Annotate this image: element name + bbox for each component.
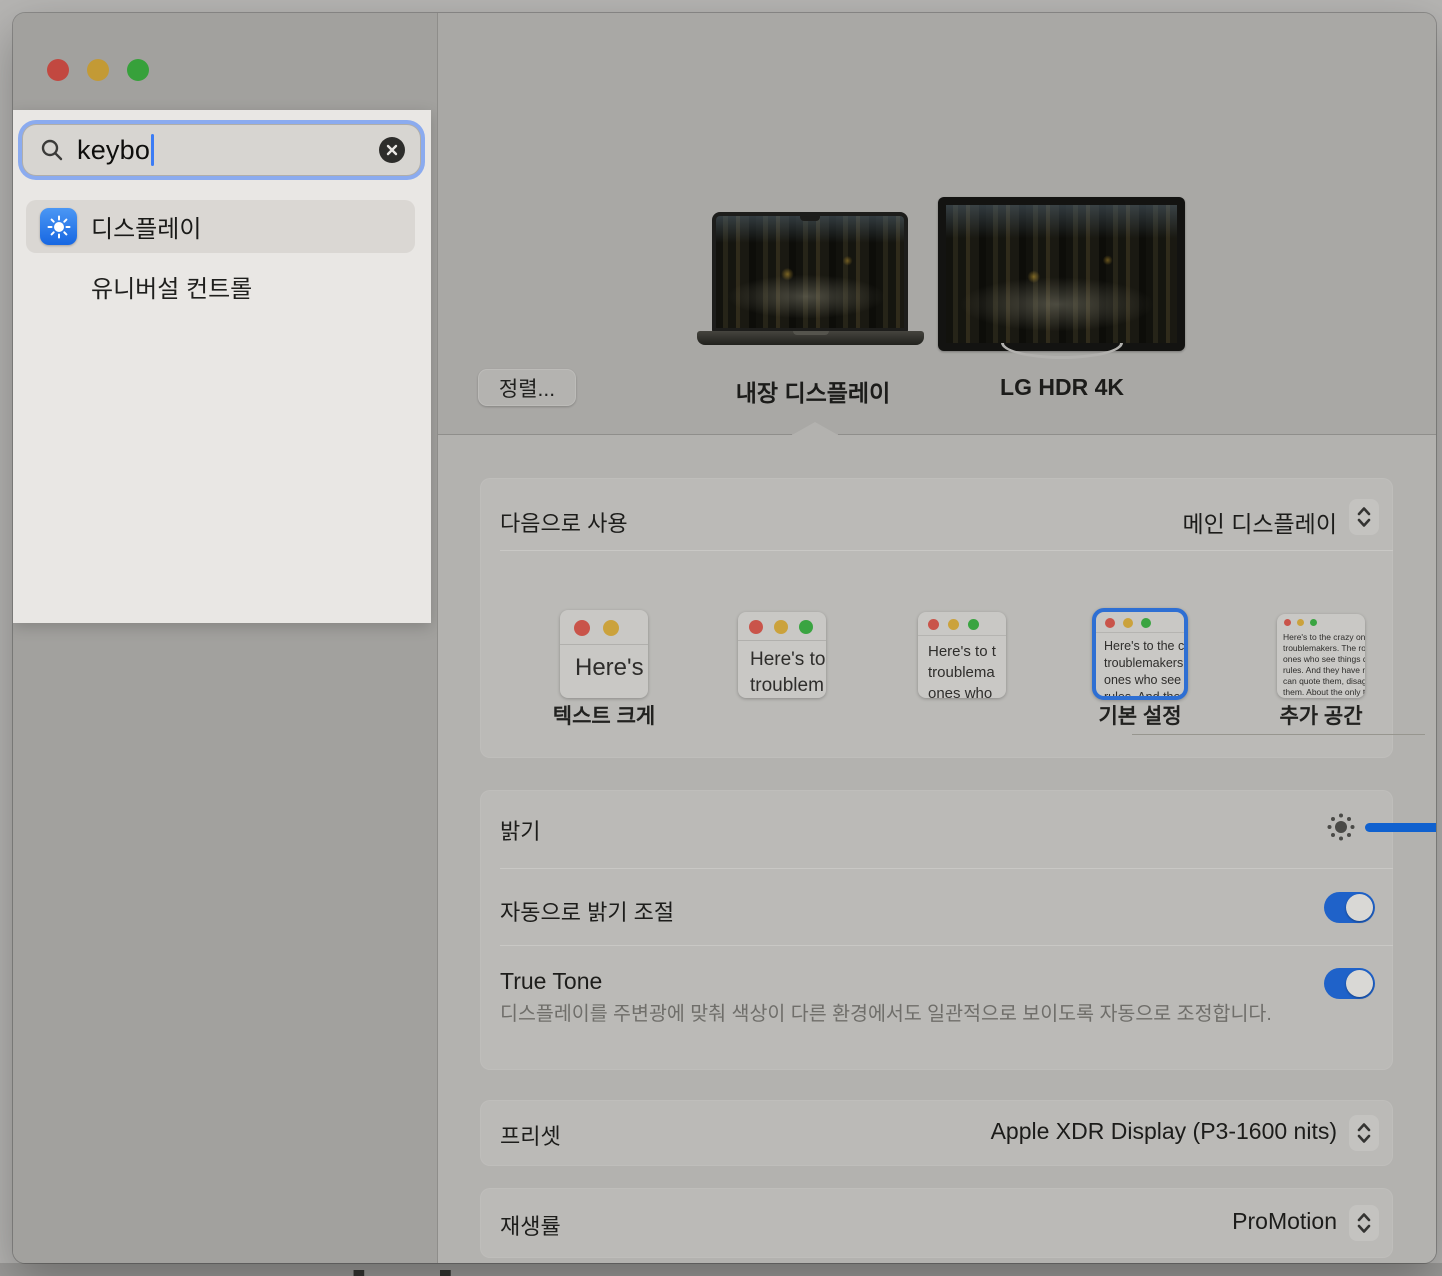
mini-yellow-dot bbox=[603, 620, 619, 636]
divider bbox=[500, 868, 1393, 869]
refresh-rate-card: 재생률 ProMotion bbox=[480, 1188, 1393, 1258]
system-settings-window: keybo bbox=[13, 13, 1436, 1263]
background-window-strip: ssh-keygen bbox=[0, 1263, 1442, 1276]
mini-yellow-dot bbox=[774, 620, 788, 634]
brightness-label: 밝기 bbox=[500, 814, 540, 846]
external-display-thumbnail[interactable] bbox=[938, 197, 1185, 351]
sidebar: keybo bbox=[13, 13, 437, 1263]
zoom-window-button[interactable] bbox=[127, 59, 149, 81]
search-result-display[interactable]: 디스플레이 bbox=[26, 200, 415, 253]
preset-label: 프리셋 bbox=[500, 1119, 561, 1151]
true-tone-description: 디스플레이를 주변광에 맞춰 색상이 다른 환경에서도 일관적으로 보이도록 자… bbox=[500, 1000, 1290, 1029]
text-caret bbox=[151, 134, 154, 166]
toggle-knob bbox=[1346, 894, 1373, 921]
brightness-card: 밝기 bbox=[480, 790, 1393, 1070]
auto-brightness-label: 자동으로 밝기 조절 bbox=[500, 895, 674, 927]
refresh-rate-label: 재생률 bbox=[500, 1209, 561, 1241]
true-tone-label: True Tone bbox=[500, 968, 602, 995]
auto-brightness-toggle[interactable] bbox=[1324, 892, 1375, 923]
refresh-rate-popup-button[interactable] bbox=[1349, 1205, 1379, 1241]
close-window-button[interactable] bbox=[47, 59, 69, 81]
mini-red-dot bbox=[574, 620, 590, 636]
toggle-knob bbox=[1346, 970, 1373, 997]
use-as-label: 다음으로 사용 bbox=[500, 506, 628, 538]
true-tone-toggle[interactable] bbox=[1324, 968, 1375, 999]
text-size-option-5[interactable]: Here's to the crazy one troublemakers. T… bbox=[1277, 614, 1365, 698]
display-brightness-icon bbox=[40, 208, 77, 245]
builtin-display-wallpaper bbox=[716, 216, 904, 328]
divider bbox=[500, 550, 1393, 551]
resolution-card: 다음으로 사용 메인 디스플레이 Here's bbox=[480, 478, 1393, 758]
mini-green-dot bbox=[799, 620, 813, 634]
mini-green-dot bbox=[1310, 619, 1317, 626]
search-result-label: 유니버설 컨트롤 bbox=[91, 269, 252, 304]
screen: ssh-keygen keybo bbox=[0, 0, 1442, 1276]
mini-red-dot bbox=[928, 619, 939, 630]
text-size-more-space-label: 추가 공간 bbox=[1221, 700, 1421, 730]
text-size-option-default[interactable]: Here's to the cr troublemakers. ones who… bbox=[1092, 608, 1188, 700]
minimize-window-button[interactable] bbox=[87, 59, 109, 81]
selected-display-pointer bbox=[792, 422, 838, 435]
text-size-larger-label: 텍스트 크게 bbox=[504, 700, 704, 730]
text-size-option-3[interactable]: Here's to t troublema ones who bbox=[918, 612, 1006, 698]
search-query-text: keybo bbox=[77, 135, 150, 166]
camera-notch bbox=[800, 216, 820, 221]
display-settings-pane: 다음으로 사용 메인 디스플레이 Here's bbox=[438, 435, 1436, 1263]
search-input[interactable]: keybo bbox=[22, 124, 421, 176]
mini-red-dot bbox=[1105, 618, 1115, 628]
mini-green-dot bbox=[1141, 618, 1151, 628]
display-picker-area bbox=[438, 13, 1436, 435]
mini-yellow-dot bbox=[1297, 619, 1304, 626]
text-size-default-label: 기본 설정 bbox=[1040, 700, 1240, 730]
arrange-button[interactable]: 정렬... bbox=[478, 369, 576, 406]
search-results-panel: keybo bbox=[13, 110, 431, 623]
mini-red-dot bbox=[749, 620, 763, 634]
preset-card: 프리셋 Apple XDR Display (P3-1600 nits) bbox=[480, 1100, 1393, 1166]
use-as-value: 메인 디스플레이 bbox=[1182, 505, 1337, 539]
refresh-rate-value: ProMotion bbox=[1232, 1208, 1337, 1235]
external-display-wallpaper bbox=[946, 205, 1177, 343]
mini-green-dot bbox=[968, 619, 979, 630]
mini-yellow-dot bbox=[948, 619, 959, 630]
mini-yellow-dot bbox=[1123, 618, 1133, 628]
search-result-label: 디스플레이 bbox=[91, 209, 201, 244]
sun-dim-icon bbox=[1322, 808, 1360, 851]
magnifier-icon bbox=[39, 137, 65, 163]
divider bbox=[500, 945, 1393, 946]
mini-red-dot bbox=[1284, 619, 1291, 626]
use-as-popup-button[interactable] bbox=[1349, 499, 1379, 535]
text-size-track-line bbox=[1132, 734, 1425, 735]
external-display-label: LG HDR 4K bbox=[912, 374, 1212, 401]
builtin-display-thumbnail[interactable] bbox=[712, 212, 908, 332]
preset-popup-button[interactable] bbox=[1349, 1115, 1379, 1151]
brightness-slider-fill bbox=[1365, 823, 1436, 832]
search-result-universal-control[interactable]: 유니버설 컨트롤 bbox=[26, 260, 415, 313]
text-size-option-2[interactable]: Here's to troublem bbox=[738, 612, 826, 698]
preset-value: Apple XDR Display (P3-1600 nits) bbox=[991, 1118, 1337, 1145]
laptop-base bbox=[697, 331, 924, 345]
brightness-slider[interactable] bbox=[1365, 823, 1436, 832]
text-size-option-1[interactable]: Here's bbox=[560, 610, 648, 698]
clear-search-button[interactable] bbox=[379, 137, 405, 163]
